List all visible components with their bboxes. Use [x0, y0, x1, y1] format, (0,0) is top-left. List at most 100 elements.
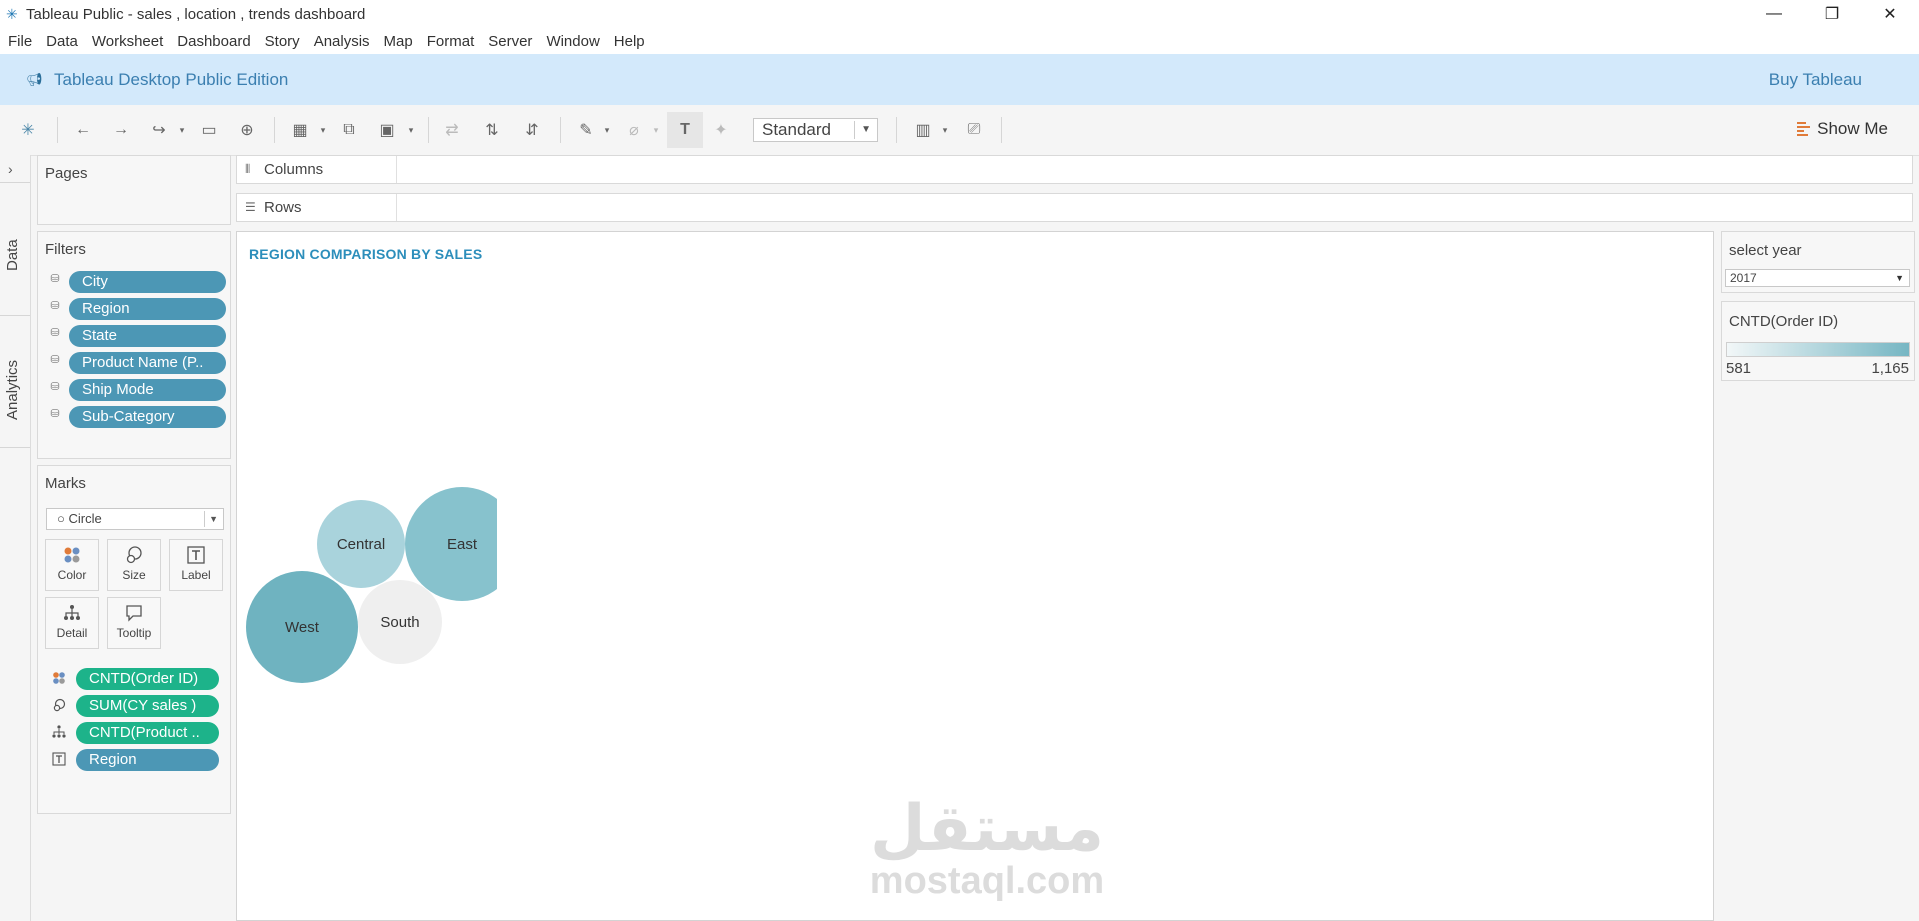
group-members-icon[interactable]: ⌀ — [623, 119, 645, 141]
duplicate-sheet-icon[interactable]: ⧉ — [338, 119, 360, 141]
mark-type-dropdown[interactable]: ○ Circle ▼ — [46, 508, 224, 530]
minimize-icon[interactable]: — — [1745, 0, 1803, 28]
tab-divider — [0, 447, 30, 448]
filter-pill-product-name[interactable]: Product Name (P.. — [69, 352, 226, 374]
presentation-mode-icon[interactable]: ⎚ — [962, 119, 986, 141]
tab-data[interactable]: Data — [4, 239, 21, 271]
menu-server[interactable]: Server — [480, 33, 538, 50]
marks-size-button[interactable]: Size — [107, 539, 161, 591]
menu-dashboard[interactable]: Dashboard — [169, 33, 256, 50]
show-cards-icon[interactable]: ▥ — [911, 119, 935, 141]
swap-rows-columns-icon[interactable]: ⇄ — [441, 119, 463, 141]
marks-tooltip-button[interactable]: Tooltip — [107, 597, 161, 649]
expand-chevron-icon[interactable]: › — [8, 161, 13, 177]
marks-color-button[interactable]: Color — [45, 539, 99, 591]
view-canvas[interactable]: REGION COMPARISON BY SALES Central East … — [236, 231, 1714, 921]
filters-title: Filters — [45, 241, 86, 258]
show-me-button[interactable]: Show Me — [1797, 119, 1888, 139]
menu-data[interactable]: Data — [38, 33, 84, 50]
label-icon — [170, 546, 222, 566]
marks-field-sum-cy-sales[interactable]: SUM(CY sales ) — [76, 695, 219, 717]
rows-icon: ☰ — [245, 200, 256, 214]
menu-analysis[interactable]: Analysis — [306, 33, 376, 50]
select-year-parameter: select year 2017 ▼ — [1721, 231, 1915, 293]
menu-window[interactable]: Window — [538, 33, 605, 50]
menu-help[interactable]: Help — [606, 33, 651, 50]
edition-banner: 📢︎ Tableau Desktop Public Edition Buy Ta… — [0, 54, 1919, 105]
year-dropdown[interactable]: 2017 ▼ — [1725, 269, 1910, 287]
columns-label: Columns — [264, 161, 324, 178]
pages-title: Pages — [45, 165, 88, 182]
window-title: Tableau Public - sales , location , tren… — [26, 5, 366, 23]
menu-format[interactable]: Format — [419, 33, 481, 50]
filter-pill-sub-category[interactable]: Sub-Category — [69, 406, 226, 428]
buy-tableau-link[interactable]: Buy Tableau — [1769, 70, 1862, 90]
bubble-central[interactable]: Central — [317, 500, 405, 588]
show-mark-labels-icon[interactable]: T — [667, 112, 703, 148]
label-field-icon — [52, 752, 66, 771]
database-icon: ⛁ — [50, 327, 60, 339]
marks-title: Marks — [45, 475, 86, 492]
filter-pill-city[interactable]: City — [69, 271, 226, 293]
marks-field-cntd-product[interactable]: CNTD(Product .. — [76, 722, 219, 744]
menu-story[interactable]: Story — [257, 33, 306, 50]
color-icon — [46, 546, 98, 566]
fix-axes-icon[interactable]: ✦ — [710, 119, 732, 141]
chevron-down-icon: ▼ — [861, 124, 871, 135]
rows-shelf-label: ☰ Rows — [237, 194, 397, 221]
marks-size-label: Size — [122, 568, 146, 582]
bubble-east-label: East — [447, 536, 478, 553]
chevron-down-icon: ▼ — [209, 514, 218, 524]
database-icon: ⛁ — [50, 354, 60, 366]
highlight-icon[interactable]: ✎ — [575, 119, 597, 141]
chevron-down-icon[interactable]: ▾ — [651, 119, 661, 141]
rows-shelf[interactable]: ☰ Rows — [236, 193, 1913, 222]
show-me-label: Show Me — [1817, 119, 1888, 138]
bubble-south[interactable]: South — [358, 580, 442, 664]
close-icon[interactable]: ✕ — [1861, 0, 1919, 28]
edition-label: Tableau Desktop Public Edition — [54, 69, 289, 89]
chevron-down-icon[interactable]: ▾ — [406, 119, 416, 141]
marks-label-button[interactable]: Label — [169, 539, 223, 591]
menu-map[interactable]: Map — [376, 33, 419, 50]
filter-pill-state[interactable]: State — [69, 325, 226, 347]
marks-field-cntd-order-id[interactable]: CNTD(Order ID) — [76, 668, 219, 690]
tableau-home-icon[interactable]: ✳ — [18, 119, 38, 141]
tab-analytics[interactable]: Analytics — [4, 360, 21, 420]
menu-file[interactable]: File — [0, 33, 38, 50]
color-legend[interactable]: CNTD(Order ID) 581 1,165 — [1721, 301, 1915, 381]
new-worksheet-icon[interactable]: ▦ — [289, 119, 311, 141]
replay-icon[interactable]: ↪ — [148, 119, 170, 141]
chevron-down-icon[interactable]: ▾ — [940, 119, 950, 141]
fit-mode-value: Standard — [762, 120, 831, 139]
bubble-east[interactable]: East — [405, 487, 497, 601]
marks-detail-button[interactable]: Detail — [45, 597, 99, 649]
columns-shelf[interactable]: ⦀ Columns — [236, 155, 1913, 184]
sort-descending-icon[interactable]: ⇵ — [521, 119, 543, 141]
chevron-down-icon[interactable]: ▾ — [602, 119, 612, 141]
show-me-icon — [1797, 122, 1811, 136]
restore-icon[interactable]: ❐ — [1803, 0, 1861, 28]
marks-field-region[interactable]: Region — [76, 749, 219, 771]
rows-label: Rows — [264, 199, 302, 216]
clear-sheet-icon[interactable]: ▣ — [376, 119, 398, 141]
sort-ascending-icon[interactable]: ⇅ — [481, 119, 503, 141]
filter-pill-region[interactable]: Region — [69, 298, 226, 320]
view-title: REGION COMPARISON BY SALES — [249, 246, 483, 262]
marks-tooltip-label: Tooltip — [116, 626, 152, 640]
marks-detail-label: Detail — [56, 626, 88, 640]
redo-icon[interactable]: → — [110, 119, 132, 141]
pages-card[interactable]: Pages — [37, 155, 231, 225]
undo-icon[interactable]: ← — [72, 119, 94, 141]
chevron-down-icon[interactable]: ▾ — [318, 119, 328, 141]
filter-pill-ship-mode[interactable]: Ship Mode — [69, 379, 226, 401]
save-icon[interactable]: ▭ — [198, 119, 220, 141]
new-data-source-icon[interactable]: ⊕ — [236, 119, 258, 141]
chevron-down-icon[interactable]: ▾ — [177, 119, 187, 141]
database-icon: ⛁ — [50, 300, 60, 312]
menu-worksheet[interactable]: Worksheet — [84, 33, 169, 50]
marks-label-label: Label — [181, 568, 211, 582]
bubble-west[interactable]: West — [246, 571, 358, 683]
legend-title: CNTD(Order ID) — [1729, 313, 1839, 330]
fit-mode-dropdown[interactable]: Standard ▼ — [753, 118, 878, 142]
